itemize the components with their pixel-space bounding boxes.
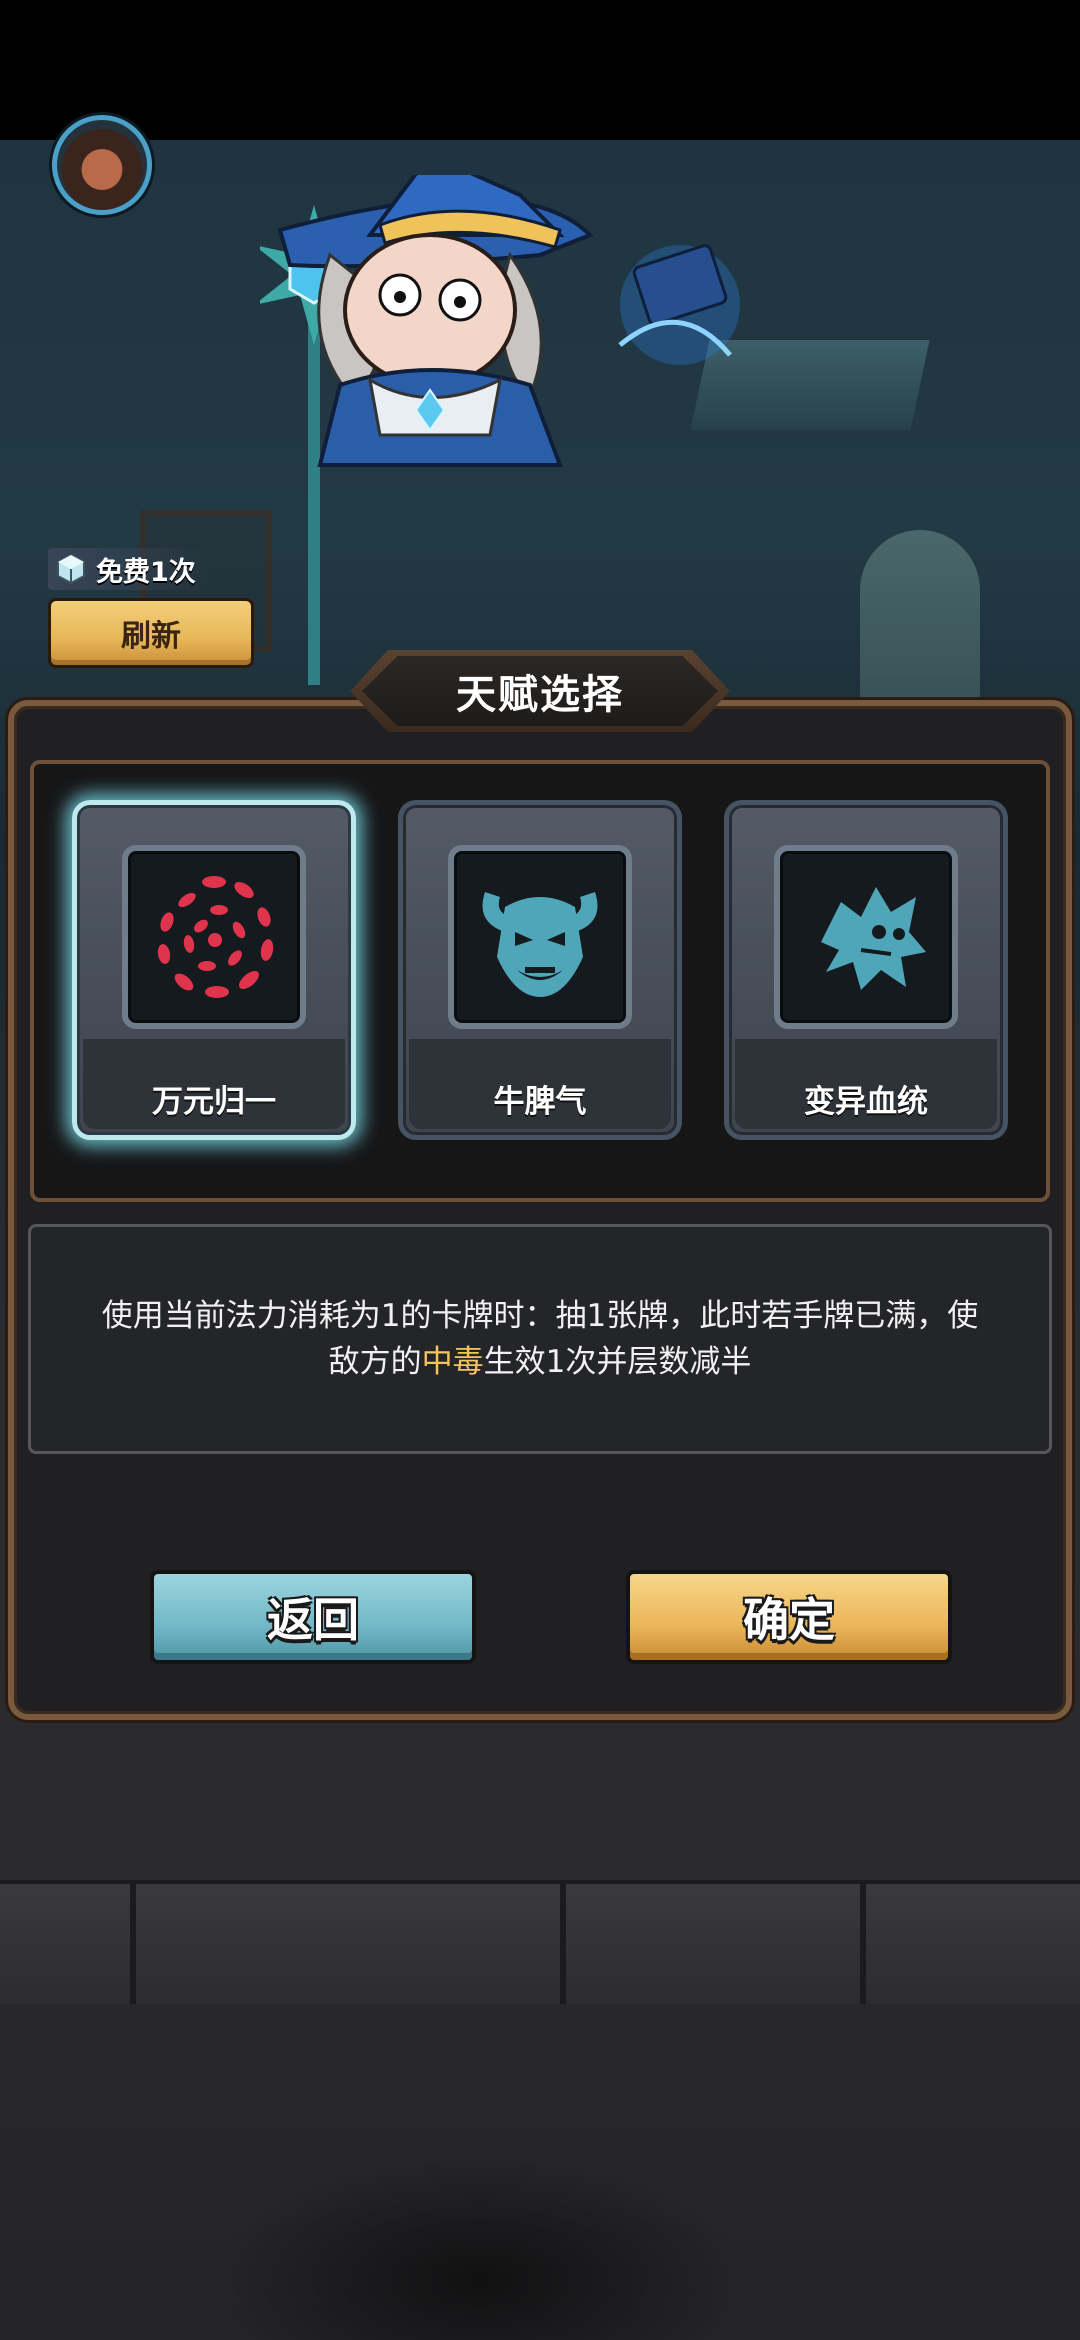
- wizard-character: [260, 175, 740, 685]
- talent-card-3[interactable]: 变异血统: [724, 800, 1008, 1140]
- bull-face-icon: [482, 892, 598, 997]
- talent-name-3: 变异血统: [804, 1084, 928, 1120]
- talent-name-1: 万元归一: [152, 1084, 276, 1120]
- red-swirl-icon: [157, 876, 274, 998]
- mutant-beast-icon: [821, 887, 926, 990]
- talent-description: 使用当前法力消耗为1的卡牌时：抽1张牌，此时若手牌已满，使敌方的中毒生效1次并层…: [100, 1293, 980, 1385]
- floor-slabs: [0, 1880, 1080, 2004]
- confirm-button[interactable]: 确定: [626, 1570, 952, 1664]
- panel-title: 天赋选择: [362, 656, 718, 726]
- description-text-2: 生效1次并层数减半: [483, 1344, 752, 1380]
- refresh-button[interactable]: 刷新: [48, 598, 254, 668]
- free-count-label: 免费1次: [96, 556, 196, 588]
- talent-art-2: [448, 845, 632, 1029]
- talent-description-box: 使用当前法力消耗为1的卡牌时：抽1张牌，此时若手牌已满，使敌方的中毒生效1次并层…: [28, 1224, 1052, 1454]
- player-avatar[interactable]: [52, 115, 152, 215]
- talent-art-3: [774, 845, 958, 1029]
- talent-art-1: [122, 845, 306, 1029]
- talent-name-2: 牛脾气: [493, 1084, 587, 1120]
- talent-card-1[interactable]: 万元归一: [72, 800, 356, 1140]
- free-refresh-counter: 免费1次: [48, 548, 210, 590]
- talent-card-2[interactable]: 牛脾气: [398, 800, 682, 1140]
- back-button[interactable]: 返回: [150, 1570, 476, 1664]
- poison-keyword: 中毒: [421, 1344, 484, 1380]
- crystal-cube-icon: [57, 553, 85, 585]
